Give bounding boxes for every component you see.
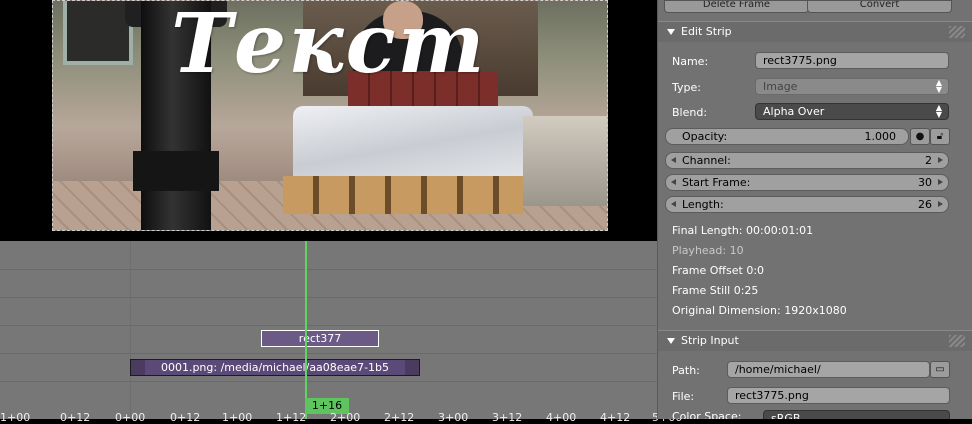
opacity-row: Opacity: 1.000 ● 🔓︎ <box>658 128 972 148</box>
type-row: Type: Image ▲ ▼ <box>658 78 972 98</box>
bg-pallet <box>283 176 523 214</box>
ruler-tick: 0+00 <box>115 411 146 424</box>
type-dropdown: Image ▲ ▼ <box>755 78 949 95</box>
frame-offset-info: Frame Offset 0:0 <box>672 264 765 277</box>
blend-label: Blend: <box>672 106 708 119</box>
ruler-tick: 3+12 <box>492 411 523 424</box>
bg-wrapped-pallet <box>293 106 533 186</box>
ruler-tick: 2+00 <box>330 411 361 424</box>
playhead[interactable] <box>305 241 307 419</box>
type-label: Type: <box>672 81 701 94</box>
file-field[interactable]: rect3775.png <box>727 387 950 404</box>
edit-strip-header[interactable]: Edit Strip <box>658 21 972 42</box>
start-frame-row: Start Frame: 30 <box>658 174 972 194</box>
file-row: File: rect3775.png <box>658 387 972 407</box>
convert-button[interactable]: Convert <box>807 0 952 13</box>
bg-post-base <box>133 151 219 191</box>
frame-still-info: Frame Still 0:25 <box>672 284 759 297</box>
updown-arrows-icon: ▲ ▼ <box>935 78 942 94</box>
type-value: Image <box>763 80 798 93</box>
original-dimension-info: Original Dimension: 1920x1080 <box>672 304 847 317</box>
ruler-tick: 0+12 <box>170 411 201 424</box>
length-field[interactable]: Length: 26 <box>665 196 949 213</box>
ruler-tick: 0+12 <box>60 411 91 424</box>
collapse-triangle-icon <box>667 338 675 344</box>
name-label: Name: <box>672 55 709 68</box>
start-frame-field[interactable]: Start Frame: 30 <box>665 174 949 191</box>
color-space-dropdown[interactable]: sRGB <box>763 410 950 419</box>
channel-divider <box>0 381 657 382</box>
ruler-tick: 4+00 <box>546 411 577 424</box>
decrement-arrow-icon[interactable] <box>671 157 676 163</box>
channel-field[interactable]: Channel: 2 <box>665 152 949 169</box>
preview-frame: Текст <box>52 0 608 231</box>
channel-value: 2 <box>925 154 932 167</box>
eye-icon[interactable]: ● <box>910 128 930 145</box>
bg-window <box>63 1 133 65</box>
folder-icon[interactable]: ▭ <box>930 361 950 378</box>
color-space-row: Color Space: sRGB <box>658 410 972 419</box>
name-row: Name: rect3775.png <box>658 52 972 72</box>
channel-label: Channel: <box>682 154 731 167</box>
length-row: Length: 26 <box>658 196 972 216</box>
strip-image-sequence[interactable]: 0001.png: /media/michael/aa08eae7-1b5 <box>130 359 420 376</box>
name-field[interactable]: rect3775.png <box>755 52 949 69</box>
increment-arrow-icon[interactable] <box>938 201 943 207</box>
ruler-tick: 1+12 <box>276 411 307 424</box>
channel-divider <box>0 269 657 270</box>
playhead-info: Playhead: 10 <box>672 244 744 257</box>
overlay-text: Текст <box>171 0 487 92</box>
length-value: 26 <box>918 198 932 211</box>
sequencer-timeline[interactable]: rect377 0001.png: /media/michael/aa08eae… <box>0 241 682 424</box>
decrement-arrow-icon[interactable] <box>671 201 676 207</box>
channel-divider <box>0 353 657 354</box>
increment-arrow-icon[interactable] <box>938 157 943 163</box>
time-ruler[interactable]: 1+00 0+12 0+00 0+12 1+00 1+12 2+00 2+12 … <box>0 411 682 424</box>
delete-frame-button[interactable]: Delete Frame <box>664 0 809 13</box>
drag-grip-icon[interactable] <box>949 335 965 347</box>
blend-value: Alpha Over <box>763 105 825 118</box>
sequencer-preview[interactable]: Текст <box>0 0 657 241</box>
ruler-tick: 1+00 <box>0 411 31 424</box>
color-space-label: Color Space: <box>672 410 742 419</box>
channel-row: Channel: 2 <box>658 152 972 172</box>
channel-divider <box>0 297 657 298</box>
strip-label: 0001.png: /media/michael/aa08eae7-1b5 <box>160 361 390 374</box>
path-label: Path: <box>672 364 700 377</box>
bg-curb-stones <box>523 116 607 206</box>
updown-arrows-icon: ▲ ▼ <box>935 103 942 119</box>
channel-divider <box>0 325 657 326</box>
length-label: Length: <box>682 198 724 211</box>
blend-row: Blend: Alpha Over ▲ ▼ <box>658 103 972 123</box>
start-frame-label: Start Frame: <box>682 176 751 189</box>
increment-arrow-icon[interactable] <box>938 179 943 185</box>
path-row: Path: /home/michael/ ▭ <box>658 361 972 381</box>
drag-grip-icon[interactable] <box>949 26 965 38</box>
opacity-label: Opacity: <box>682 130 728 143</box>
ruler-tick: 4+12 <box>600 411 631 424</box>
start-frame-value: 30 <box>918 176 932 189</box>
properties-panel[interactable]: Delete Frame Convert Edit Strip Name: re… <box>657 0 972 419</box>
strip-right-handle[interactable] <box>405 360 419 375</box>
decrement-arrow-icon[interactable] <box>671 179 676 185</box>
final-length-info: Final Length: 00:00:01:01 <box>672 224 814 237</box>
collapse-triangle-icon <box>667 29 675 35</box>
path-field[interactable]: /home/michael/ <box>727 361 930 378</box>
blend-dropdown[interactable]: Alpha Over ▲ ▼ <box>755 103 949 120</box>
opacity-slider[interactable]: Opacity: 1.000 <box>665 128 909 145</box>
strip-rect3775[interactable]: rect377 <box>261 330 379 347</box>
ruler-tick: 1+00 <box>222 411 253 424</box>
ruler-tick: 2+12 <box>384 411 415 424</box>
ruler-tick: 3+00 <box>438 411 469 424</box>
frame-start-line <box>130 241 131 419</box>
file-label: File: <box>672 390 695 403</box>
opacity-value: 1.000 <box>864 130 897 143</box>
strip-input-header[interactable]: Strip Input <box>658 330 972 351</box>
lock-icon[interactable]: 🔓︎ <box>930 128 950 145</box>
strip-label: rect377 <box>298 332 342 345</box>
section-title: Strip Input <box>681 334 739 347</box>
section-title: Edit Strip <box>681 25 732 38</box>
